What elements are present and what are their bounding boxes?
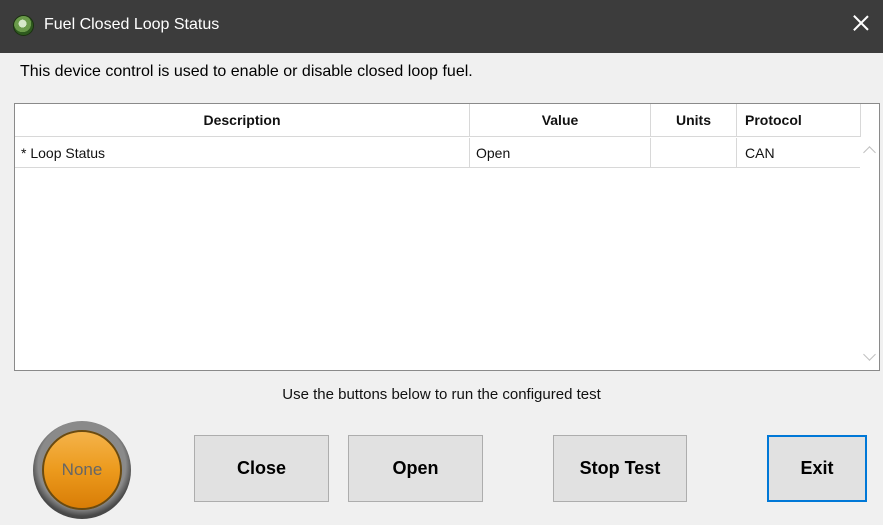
cell-description: * Loop Status bbox=[15, 138, 470, 168]
column-header-value[interactable]: Value bbox=[470, 104, 651, 137]
app-logo-icon bbox=[13, 15, 34, 36]
parameter-grid[interactable]: Description Value Units Protocol * Loop … bbox=[14, 103, 880, 371]
grid-header: Description Value Units Protocol bbox=[15, 104, 861, 137]
close-window-icon[interactable] bbox=[849, 11, 873, 35]
dialog-window: Fuel Closed Loop Status This device cont… bbox=[0, 0, 883, 525]
column-header-protocol[interactable]: Protocol bbox=[737, 104, 861, 137]
cell-protocol: CAN bbox=[737, 138, 861, 168]
scroll-down-icon[interactable] bbox=[863, 348, 876, 361]
exit-button[interactable]: Exit bbox=[767, 435, 867, 502]
column-header-units[interactable]: Units bbox=[651, 104, 737, 137]
open-button[interactable]: Open bbox=[348, 435, 483, 502]
title-bar: Fuel Closed Loop Status bbox=[0, 0, 883, 53]
instruction-text: Use the buttons below to run the configu… bbox=[282, 386, 601, 403]
table-row[interactable]: * Loop Status Open CAN bbox=[15, 138, 861, 168]
description-text: This device control is used to enable or… bbox=[20, 63, 473, 80]
cell-units bbox=[651, 138, 737, 168]
scroll-up-icon[interactable] bbox=[863, 146, 876, 159]
column-header-description[interactable]: Description bbox=[15, 104, 470, 137]
status-lamp-fill: None bbox=[42, 430, 122, 510]
vertical-scrollbar[interactable] bbox=[860, 137, 879, 370]
stop-test-button[interactable]: Stop Test bbox=[553, 435, 687, 502]
status-indicator-label: None bbox=[61, 460, 103, 479]
close-button[interactable]: Close bbox=[194, 435, 329, 502]
cell-value: Open bbox=[470, 138, 651, 168]
status-indicator-lamp: None bbox=[33, 421, 131, 519]
window-title: Fuel Closed Loop Status bbox=[44, 16, 220, 33]
